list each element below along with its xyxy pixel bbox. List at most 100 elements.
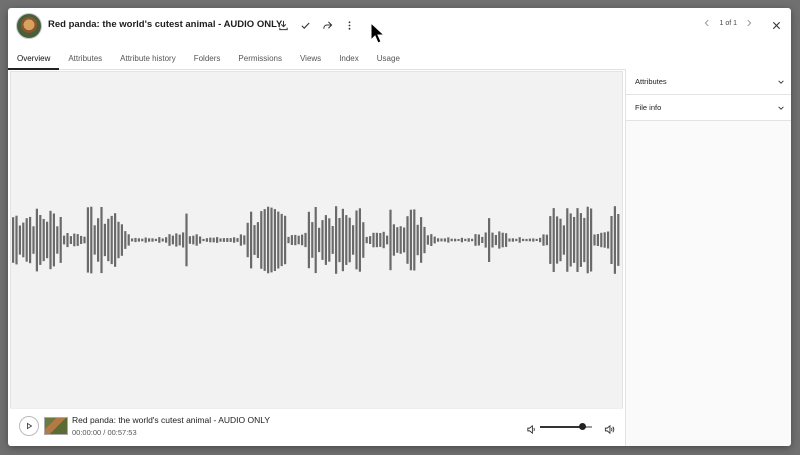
waveform-bar (273, 209, 276, 271)
waveform-bar (290, 235, 293, 245)
waveform-bar (549, 216, 552, 264)
track-title: Red panda: the world's cutest animal - A… (72, 415, 270, 425)
download-button[interactable] (274, 16, 292, 34)
audio-waveform-viewer[interactable] (10, 71, 623, 409)
waveform-bar (168, 234, 171, 246)
waveform-bar (508, 238, 511, 242)
waveform-bar (284, 215, 287, 265)
tab-overview[interactable]: Overview (8, 47, 60, 70)
volume-slider[interactable] (540, 423, 592, 430)
waveform-bar (331, 226, 334, 254)
previous-page-button[interactable] (701, 17, 713, 29)
waveform-bar (576, 208, 579, 272)
mute-button[interactable] (522, 420, 540, 438)
waveform-bar (556, 216, 559, 264)
waveform-bar (447, 237, 450, 243)
waveform-bar (603, 232, 606, 248)
more-options-button[interactable] (340, 16, 358, 34)
waveform-bar (596, 234, 599, 246)
next-page-button[interactable] (743, 17, 755, 29)
waveform-bar (301, 234, 304, 246)
waveform-bar (32, 226, 35, 254)
waveform-bar (491, 232, 494, 248)
waveform-bar (389, 209, 392, 271)
waveform-bar (318, 227, 321, 253)
waveform-bar (617, 214, 620, 266)
waveform-bar (562, 225, 565, 255)
waveform-bar (450, 238, 453, 242)
waveform-bar (535, 238, 538, 241)
waveform-bar (314, 207, 317, 274)
waveform-bar (83, 236, 86, 244)
waveform-bar (532, 238, 535, 242)
tab-views[interactable]: Views (291, 47, 330, 69)
waveform-bar (15, 215, 18, 265)
tab-usage[interactable]: Usage (368, 47, 409, 69)
waveform-bar (477, 234, 480, 246)
waveform-bar (86, 207, 89, 273)
waveform-bar (171, 235, 174, 245)
waveform-bar (443, 238, 446, 242)
waveform-bar (600, 232, 603, 248)
waveform-bar (403, 227, 406, 253)
waveform-bar (131, 238, 134, 242)
file-info-accordion[interactable]: File info (626, 95, 791, 121)
waveform-bar (141, 238, 144, 242)
tab-attribute-history[interactable]: Attribute history (111, 47, 185, 69)
waveform-bar (355, 210, 358, 270)
share-button[interactable] (318, 16, 336, 34)
waveform-bar (437, 238, 440, 242)
waveform-bar (287, 236, 290, 244)
tab-bar: Overview Attributes Attribute history Fo… (8, 44, 791, 70)
waveform-bar (382, 231, 385, 249)
waveform-bar (73, 233, 76, 247)
waveform-bar (420, 217, 423, 263)
approve-button[interactable] (296, 16, 314, 34)
waveform-bar (243, 235, 246, 245)
waveform-bar (413, 209, 416, 271)
waveform-bar (260, 211, 263, 269)
attributes-accordion[interactable]: Attributes (626, 69, 791, 95)
waveform-bar (202, 238, 205, 242)
waveform-bar (120, 224, 123, 256)
tab-folders[interactable]: Folders (185, 47, 230, 69)
waveform-bar (205, 238, 208, 242)
waveform-bar (56, 226, 59, 254)
modal-header: Red panda: the world's cutest animal - A… (8, 8, 791, 43)
track-time: 00:00:00 / 00:57:53 (72, 428, 137, 437)
waveform-bar (46, 221, 49, 259)
close-button[interactable] (767, 16, 785, 34)
play-button[interactable] (19, 416, 39, 436)
tab-permissions[interactable]: Permissions (229, 47, 291, 69)
waveform-bar (328, 218, 331, 262)
chevron-left-icon (705, 19, 709, 27)
waveform-bar (358, 208, 361, 272)
tab-attributes[interactable]: Attributes (59, 47, 111, 69)
waveform-bar (195, 234, 198, 246)
waveform-bar (484, 232, 487, 248)
waveform-bar (22, 222, 25, 258)
waveform-bar (39, 215, 42, 265)
waveform-bar (386, 235, 389, 245)
waveform-bar (335, 206, 338, 274)
waveform-bar (613, 206, 616, 274)
download-icon (278, 20, 288, 30)
waveform-bar (161, 238, 164, 242)
waveform-bar (137, 238, 140, 242)
waveform-bar (100, 207, 103, 274)
waveform-bar (42, 219, 45, 262)
waveform-bar (379, 233, 382, 247)
waveform-bar (178, 234, 181, 246)
waveform-bar (457, 239, 460, 241)
volume-max-button[interactable] (600, 420, 618, 438)
waveform-bar (226, 238, 229, 242)
audio-waveform[interactable] (11, 72, 622, 408)
waveform-bar (263, 209, 266, 271)
share-icon (322, 20, 332, 29)
waveform-bar (12, 217, 15, 263)
volume-slider-handle[interactable] (578, 423, 586, 430)
waveform-bar (610, 216, 613, 264)
tab-index[interactable]: Index (330, 47, 368, 69)
waveform-bar (406, 216, 409, 264)
waveform-bar (586, 206, 589, 274)
